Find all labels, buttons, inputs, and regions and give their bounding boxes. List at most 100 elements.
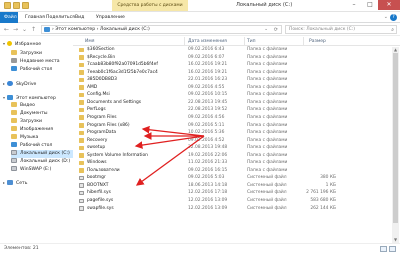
- file-row[interactable]: Documents and Settings 22.08.2013 19:45 Па…: [73, 100, 391, 106]
- column-type[interactable]: Тип: [247, 38, 256, 45]
- nav-desktop-fav[interactable]: Рабочий стол: [11, 66, 52, 74]
- column-divider[interactable]: [244, 37, 245, 46]
- column-size[interactable]: Размер: [309, 38, 326, 45]
- search-input[interactable]: Поиск: Локальный диск (C:) ⌕: [285, 25, 397, 34]
- file-row[interactable]: Windows 11.02.2016 21:33 Папка с файлами: [73, 160, 391, 166]
- file-type: Системный файл: [247, 182, 287, 188]
- file-date: 12.02.2016 17:18: [188, 190, 228, 196]
- column-date[interactable]: Дата изменения: [188, 38, 227, 45]
- nav-downloads-fav[interactable]: Загрузки: [11, 50, 42, 58]
- minimize-button[interactable]: –: [346, 0, 362, 10]
- up-button[interactable]: ↑: [30, 26, 37, 33]
- nav-network[interactable]: ▸ Сеть: [3, 179, 27, 187]
- file-row[interactable]: $Recycle.Bin 09.02.2016 6:07 Папка с файла…: [73, 55, 391, 61]
- details-view-icon[interactable]: [380, 246, 387, 252]
- file-name: Windows: [87, 160, 107, 166]
- nav-drive-e[interactable]: WinSWAP (E:): [11, 166, 51, 174]
- file-row[interactable]: Config.Msi 09.02.2016 10:15 Папка с файлам…: [73, 92, 391, 98]
- file-row[interactable]: swapfile.sys 12.02.2016 13:09 Системный фа…: [73, 206, 391, 212]
- file-row[interactable]: $360Section 09.02.2016 6:43 Папка с файлам…: [73, 47, 391, 53]
- nav-desktop[interactable]: Рабочий стол: [11, 142, 52, 150]
- file-row[interactable]: AMD 09.02.2016 4:55 Папка с файлами: [73, 85, 391, 91]
- maximize-button[interactable]: □: [362, 0, 378, 10]
- search-icon[interactable]: ⌕: [391, 26, 394, 34]
- file-row[interactable]: hiberfil.sys 12.02.2016 17:18 Системный фа…: [73, 190, 391, 196]
- file-row[interactable]: Пользователи 09.02.2016 16:15 Папка с файл…: [73, 168, 391, 174]
- pictures-folder-icon: [11, 126, 17, 131]
- nav-pictures[interactable]: Изображения: [11, 126, 53, 134]
- file-type: Папка с файлами: [247, 99, 288, 105]
- help-icon[interactable]: ?: [390, 14, 397, 21]
- file-type: Папка с файлами: [247, 137, 288, 143]
- file-row[interactable]: swsetup 22.08.2013 19:48 Папка с файлами: [73, 145, 391, 151]
- address-dropdown-icon[interactable]: ⌄: [264, 26, 268, 34]
- file-type: Системный файл: [247, 175, 287, 181]
- file-name: PerfLogs: [87, 107, 106, 113]
- view-switcher: [380, 246, 396, 252]
- file-type: Папка с файлами: [247, 160, 288, 166]
- nav-drive-c[interactable]: Локальный диск (C:): [11, 150, 73, 158]
- tab-manage[interactable]: Управление: [92, 12, 129, 23]
- file-row[interactable]: System Volume Information 19.02.2016 22:0…: [73, 153, 391, 159]
- file-size: 2 761 196 КБ: [306, 190, 336, 196]
- file-row[interactable]: 385D0DB8D3 22.01.2016 16:23 Папка с файлам…: [73, 77, 391, 83]
- column-divider[interactable]: [303, 37, 304, 46]
- file-row[interactable]: pagefile.sys 12.02.2016 13:09 Системный фа…: [73, 198, 391, 204]
- system-file-icon: [79, 190, 84, 196]
- folder-icon[interactable]: [4, 2, 11, 9]
- history-button[interactable]: ⌄: [21, 26, 28, 33]
- tab-file[interactable]: Файл: [0, 12, 18, 23]
- file-size: 262 144 КБ: [310, 205, 336, 211]
- file-row[interactable]: Program Files (x86) 09.02.2016 5:11 Папка …: [73, 123, 391, 129]
- status-bar: Элементов: 21: [0, 243, 400, 254]
- nav-recent-places[interactable]: Недавние места: [11, 58, 60, 66]
- system-file-icon: [79, 206, 84, 211]
- file-name: AMD: [87, 84, 98, 90]
- folder-icon: [79, 138, 84, 143]
- file-row[interactable]: ProgramData 10.02.2016 5:36 Папка с файлам…: [73, 130, 391, 136]
- file-type: Папка с файлами: [247, 122, 288, 128]
- file-date: 22.01.2016 16:23: [188, 77, 228, 83]
- title-bar: Средства работы с дисками Локальный диск…: [0, 0, 400, 12]
- file-name: 7caab83b80f92a07091d5b6f4ef: [87, 62, 158, 68]
- file-type: Папка с файлами: [247, 54, 288, 60]
- file-row[interactable]: BOOTNXT 18.06.2013 14:18 Системный файл 1 К…: [73, 183, 391, 189]
- large-icons-view-icon[interactable]: [389, 246, 396, 252]
- new-folder-icon[interactable]: [22, 2, 29, 9]
- nav-downloads[interactable]: Загрузки: [11, 118, 42, 126]
- nav-skydrive[interactable]: ▸ SkyDrive: [3, 80, 36, 88]
- file-row[interactable]: 7caab83b80f92a07091d5b6f4ef 16.02.2016 19…: [73, 62, 391, 68]
- back-button[interactable]: ←: [3, 26, 10, 33]
- vertical-scrollbar[interactable]: ▲ ▼: [392, 47, 399, 243]
- close-button[interactable]: ✕: [378, 0, 400, 10]
- nav-video[interactable]: Видео: [11, 102, 35, 110]
- refresh-icon[interactable]: ⟳: [274, 26, 278, 34]
- file-type: Папка с файлами: [247, 114, 288, 120]
- folder-icon: [79, 168, 84, 173]
- file-name: 385D0DB8D3: [87, 77, 117, 83]
- folder-icon: [79, 153, 84, 158]
- nav-drive-d[interactable]: Локальный диск (D:): [11, 158, 70, 166]
- file-name: Documents and Settings: [87, 99, 142, 105]
- file-row[interactable]: PerfLogs 22.08.2013 19:52 Папка с файлами: [73, 107, 391, 113]
- column-divider[interactable]: [184, 37, 185, 46]
- file-name: BOOTNXT: [87, 182, 109, 188]
- column-name[interactable]: Имя: [85, 38, 94, 45]
- nav-this-pc[interactable]: ▾ Этот компьютер: [3, 94, 56, 102]
- file-date: 19.02.2016 22:06: [188, 152, 228, 158]
- address-bar[interactable]: › Этот компьютер › Локальный диск (C:) ⌄…: [41, 25, 282, 34]
- tab-view[interactable]: Вид: [71, 12, 88, 23]
- forward-button[interactable]: →: [12, 26, 19, 33]
- ribbon-expand-icon[interactable]: ⌄: [384, 14, 388, 20]
- file-name: swapfile.sys: [87, 205, 114, 211]
- file-row[interactable]: Program Files 09.02.2016 4:56 Папка с файл…: [73, 115, 391, 121]
- cloud-icon: [7, 81, 13, 86]
- properties-icon[interactable]: [13, 2, 20, 9]
- file-row[interactable]: 7eeab0c1f6ac3d1f25b7e0c7ac4 16.02.2016 19…: [73, 70, 391, 76]
- scroll-thumb[interactable]: [393, 53, 398, 223]
- nav-documents[interactable]: Документы: [11, 110, 48, 118]
- nav-favorites[interactable]: ▾ Избранное: [3, 40, 41, 48]
- nav-music[interactable]: Музыка: [11, 134, 38, 142]
- file-row[interactable]: bootmgr 09.02.2016 5:03 Системный файл 380 …: [73, 175, 391, 181]
- file-row[interactable]: Recovery 09.02.2016 4:52 Папка с файлами: [73, 138, 391, 144]
